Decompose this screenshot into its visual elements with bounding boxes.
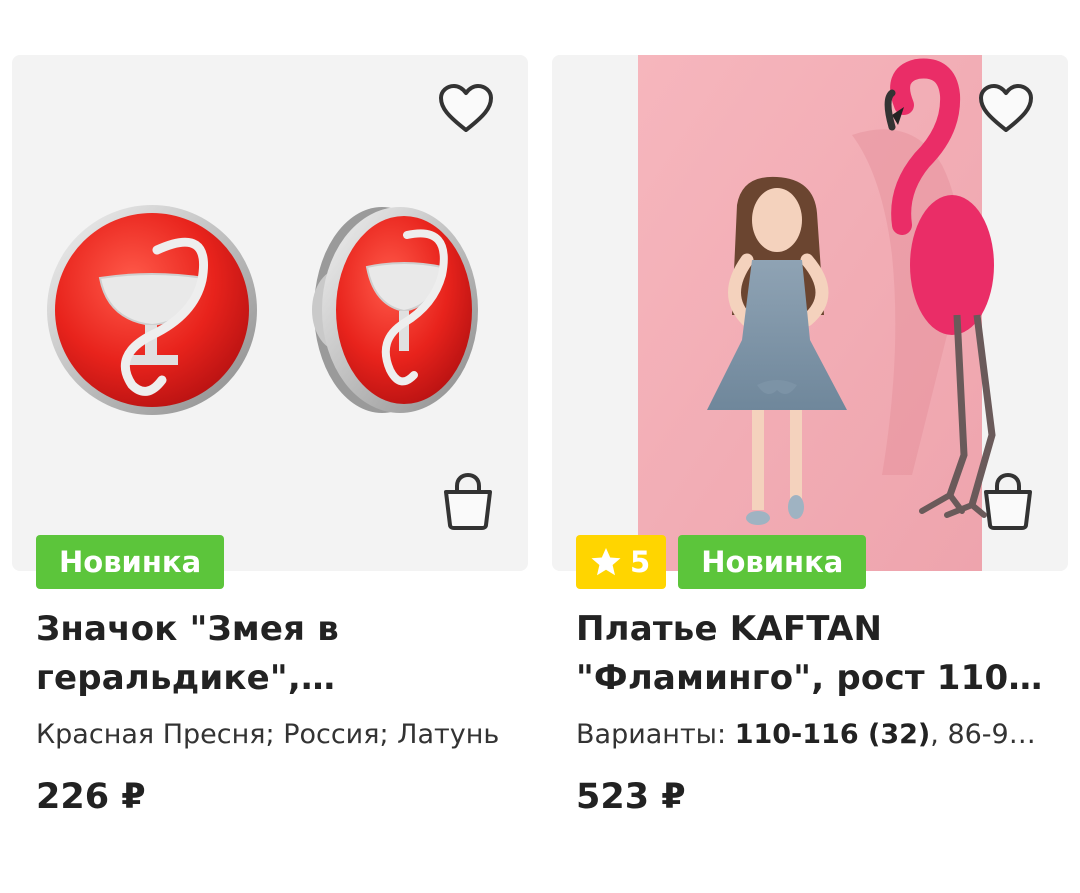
badges: 5 Новинка bbox=[576, 535, 867, 589]
product-title[interactable]: Значок "Змея в геральдике", позолота, се… bbox=[36, 605, 506, 703]
new-badge: Новинка bbox=[678, 535, 867, 589]
product-card[interactable]: Новинка Значок "Змея в геральдике", позо… bbox=[12, 55, 528, 817]
rating-badge: 5 bbox=[576, 535, 667, 589]
heart-icon bbox=[439, 84, 493, 132]
product-price: 523 ₽ bbox=[576, 777, 686, 817]
product-image-area[interactable] bbox=[12, 55, 528, 571]
variant-selected[interactable]: 110-116 (32) bbox=[735, 719, 931, 750]
product-subtitle: Красная Пресня; Россия; Латунь bbox=[36, 719, 500, 750]
product-price: 226 ₽ bbox=[36, 777, 146, 817]
favorite-button[interactable] bbox=[434, 77, 498, 141]
add-to-cart-button[interactable] bbox=[976, 469, 1040, 533]
variants-other[interactable]: , 86-92 (28) bbox=[930, 719, 1046, 750]
shopping-bag-icon bbox=[984, 472, 1032, 530]
shopping-bag-icon bbox=[444, 472, 492, 530]
product-card[interactable]: 5 Новинка Платье KAFTAN "Фламинго", рост… bbox=[552, 55, 1068, 817]
new-badge: Новинка bbox=[36, 535, 225, 589]
product-title[interactable]: Платье KAFTAN "Фламинго", рост 110-116 bbox=[576, 605, 1046, 703]
badges: Новинка bbox=[36, 535, 225, 589]
product-variants: Варианты: 110-116 (32), 86-92 (28) bbox=[576, 717, 1046, 753]
favorite-button[interactable] bbox=[974, 77, 1038, 141]
variants-label: Варианты: bbox=[576, 719, 735, 750]
star-icon bbox=[591, 548, 621, 576]
heart-icon bbox=[979, 84, 1033, 132]
add-to-cart-button[interactable] bbox=[436, 469, 500, 533]
rating-value: 5 bbox=[630, 545, 651, 579]
product-image-area[interactable] bbox=[552, 55, 1068, 571]
